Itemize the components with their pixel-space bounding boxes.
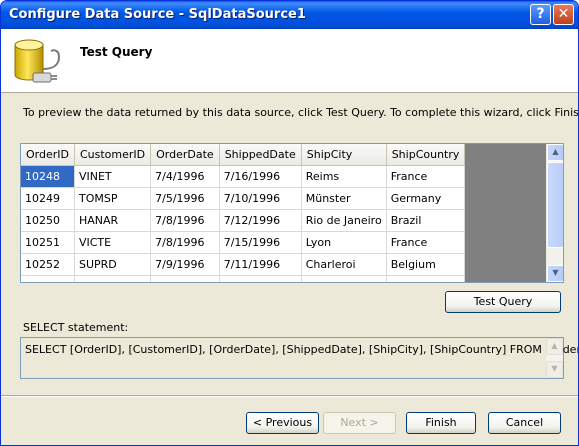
database-plug-icon [14, 39, 61, 83]
finish-button[interactable]: Finish [406, 412, 476, 434]
table-row[interactable]: 10249 TOMSP 7/5/1996 7/10/1996 Münster G… [21, 187, 466, 210]
scroll-down-icon[interactable]: ▼ [546, 361, 563, 378]
grid-cell[interactable]: 10250 [21, 209, 75, 232]
grid-cell[interactable]: France [386, 231, 466, 254]
sql-vertical-scrollbar[interactable]: ▲ ▼ [546, 338, 563, 378]
grid-cell[interactable]: 10248 [21, 165, 75, 188]
configure-data-source-dialog: Configure Data Source - SqlDataSource1 ?… [0, 0, 579, 446]
column-header-shipcountry[interactable]: ShipCountry [386, 144, 466, 166]
grid-vertical-scrollbar[interactable]: ▲ ▼ [546, 144, 563, 282]
grid-cell[interactable]: VICTE [74, 231, 152, 254]
results-grid[interactable]: OrderID CustomerID OrderDate ShippedDate… [20, 143, 564, 283]
table-row[interactable]: 10248 VINET 7/4/1996 7/16/1996 Reims Fra… [21, 165, 466, 188]
grid-cell[interactable]: 7/8/1996 [150, 231, 220, 254]
table-row[interactable]: 10250 HANAR 7/8/1996 7/12/1996 Rio de Ja… [21, 209, 466, 232]
grid-cell[interactable]: HANAR [74, 275, 152, 282]
table-row[interactable]: 10251 VICTE 7/8/1996 7/15/1996 Lyon Fran… [21, 231, 466, 254]
grid-cell[interactable]: 7/10/1996 [219, 187, 302, 210]
instructions-text: To preview the data returned by this dat… [23, 106, 579, 119]
grid-cell[interactable]: HANAR [74, 209, 152, 232]
grid-cell[interactable]: Charleroi [301, 253, 387, 276]
help-button[interactable]: ? [530, 4, 551, 25]
grid-cell[interactable]: Lyon [301, 231, 387, 254]
scroll-down-icon[interactable]: ▼ [547, 265, 563, 282]
select-statement-label: SELECT statement: [23, 321, 129, 334]
grid-cell[interactable]: Brazil [386, 209, 466, 232]
grid-cell[interactable]: 7/16/1996 [219, 165, 302, 188]
grid-cell[interactable]: 7/9/1996 [150, 253, 220, 276]
grid-cell[interactable]: Rio de Janeiro [301, 275, 387, 282]
table-row[interactable]: 10253 HANAR 7/10/1996 7/16/1996 Rio de J… [21, 275, 466, 282]
grid-cell[interactable]: Rio de Janeiro [301, 209, 387, 232]
grid-cell[interactable]: VINET [74, 165, 152, 188]
close-button[interactable]: ✕ [553, 4, 574, 25]
title-bar[interactable]: Configure Data Source - SqlDataSource1 ?… [1, 1, 578, 29]
test-query-button[interactable]: Test Query [445, 291, 561, 313]
grid-cell[interactable]: 7/10/1996 [150, 275, 220, 282]
grid-cell[interactable]: Brazil [386, 275, 466, 282]
grid-cell[interactable]: Reims [301, 165, 387, 188]
grid-cell[interactable]: 7/11/1996 [219, 253, 302, 276]
grid-cell[interactable]: SUPRD [74, 253, 152, 276]
grid-cell[interactable]: 10253 [21, 275, 75, 282]
grid-cell[interactable]: Belgium [386, 253, 466, 276]
scroll-up-icon[interactable]: ▲ [547, 144, 563, 161]
column-header-shipcity[interactable]: ShipCity [301, 144, 387, 166]
grid-cell[interactable]: Münster [301, 187, 387, 210]
grid-cell[interactable]: 10251 [21, 231, 75, 254]
grid-cell[interactable]: 7/5/1996 [150, 187, 220, 210]
scroll-thumb[interactable] [547, 162, 563, 248]
wizard-header: Test Query [1, 29, 578, 93]
grid-cell[interactable]: TOMSP [74, 187, 152, 210]
select-statement-text: SELECT [OrderID], [CustomerID], [OrderDa… [25, 343, 579, 356]
page-title: Test Query [80, 45, 153, 59]
window-title: Configure Data Source - SqlDataSource1 [9, 7, 306, 22]
table-row[interactable]: 10252 SUPRD 7/9/1996 7/11/1996 Charleroi… [21, 253, 466, 276]
previous-button[interactable]: < Previous [246, 412, 319, 434]
column-header-orderdate[interactable]: OrderDate [150, 144, 220, 166]
grid-cell[interactable]: 7/15/1996 [219, 231, 302, 254]
grid-cell[interactable]: France [386, 165, 466, 188]
cancel-button[interactable]: Cancel [488, 412, 561, 434]
grid-cell[interactable]: 7/8/1996 [150, 209, 220, 232]
grid-cell[interactable]: 10252 [21, 253, 75, 276]
grid-cell[interactable]: 7/4/1996 [150, 165, 220, 188]
results-table[interactable]: OrderID CustomerID OrderDate ShippedDate… [21, 144, 466, 282]
column-header-customerid[interactable]: CustomerID [74, 144, 152, 166]
column-header-shippeddate[interactable]: ShippedDate [219, 144, 302, 166]
grid-cell[interactable]: Germany [386, 187, 466, 210]
footer-divider [1, 395, 578, 397]
grid-header-row: OrderID CustomerID OrderDate ShippedDate… [21, 144, 466, 166]
scroll-up-icon[interactable]: ▲ [546, 338, 563, 355]
column-header-orderid[interactable]: OrderID [21, 144, 75, 166]
grid-cell[interactable]: 7/12/1996 [219, 209, 302, 232]
grid-cell[interactable]: 10249 [21, 187, 75, 210]
next-button[interactable]: Next > [323, 412, 396, 434]
select-statement-box[interactable]: SELECT [OrderID], [CustomerID], [OrderDa… [20, 337, 578, 379]
grid-cell[interactable]: 7/16/1996 [219, 275, 302, 282]
